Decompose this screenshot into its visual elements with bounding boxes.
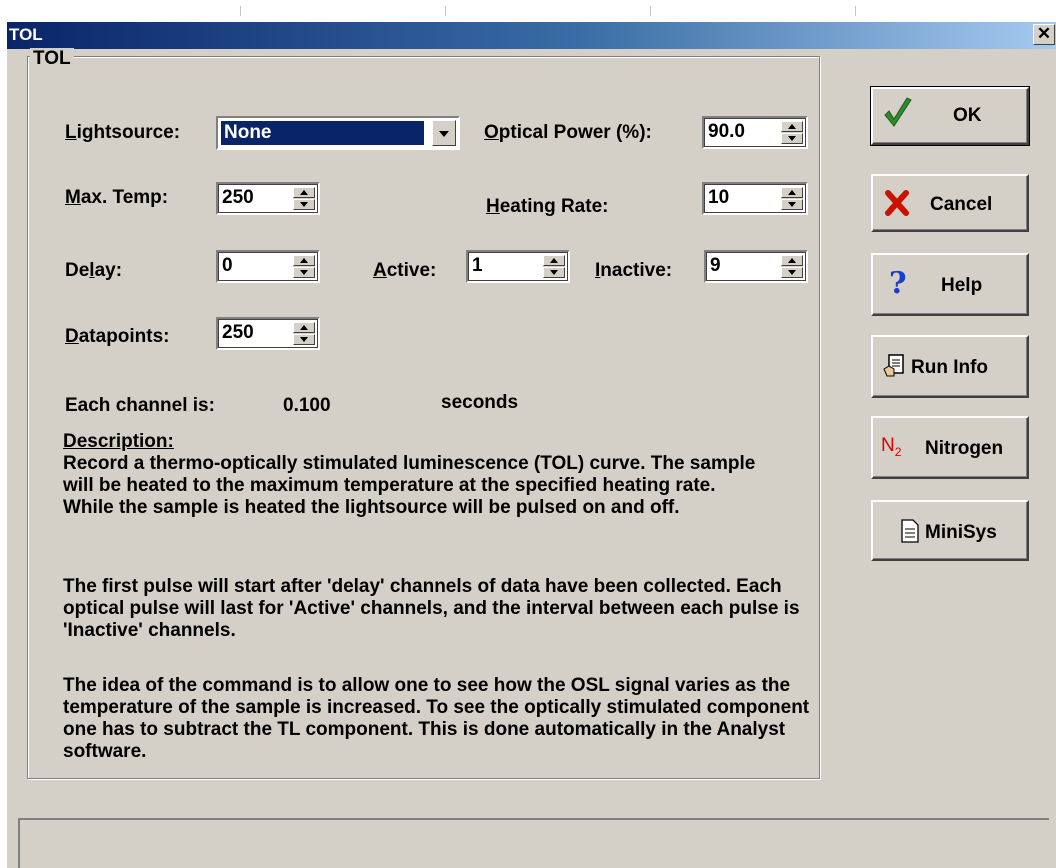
max-temp-spinner[interactable]: [293, 187, 315, 210]
max-temp-stepper[interactable]: 250: [216, 182, 320, 215]
active-label: Active:: [373, 260, 437, 281]
cancel-button-label: Cancel: [930, 194, 993, 215]
lightsource-dropdown[interactable]: None: [216, 116, 460, 150]
datapoints-spinner[interactable]: [293, 322, 315, 345]
description-block: Description: Record a thermo-optically s…: [63, 431, 823, 519]
run-info-button-label: Run Info: [911, 357, 989, 378]
page-icon: [901, 519, 919, 549]
channel-unit: seconds: [441, 392, 519, 413]
tol-groupbox: [27, 56, 820, 779]
active-value: 1: [472, 255, 483, 276]
close-button[interactable]: ✕: [1033, 24, 1055, 45]
channel-label: Each channel is:: [65, 395, 215, 416]
cancel-button[interactable]: Cancel: [871, 174, 1029, 232]
spin-down-icon[interactable]: [293, 267, 315, 278]
datapoints-label: Datapoints:: [65, 326, 170, 347]
inactive-stepper[interactable]: 9: [704, 250, 808, 283]
nitrogen-button[interactable]: N2 Nitrogen: [871, 416, 1029, 479]
channel-value: 0.100: [283, 395, 331, 416]
max-temp-value: 250: [222, 187, 254, 208]
spin-down-icon[interactable]: [293, 199, 315, 210]
delay-label: Delay:: [65, 260, 123, 281]
optical-power-label: Optical Power (%):: [484, 122, 652, 143]
status-bar: [18, 818, 1049, 868]
spin-up-icon[interactable]: [543, 255, 565, 266]
spin-down-icon[interactable]: [781, 133, 803, 144]
optical-power-spinner[interactable]: [781, 121, 803, 144]
heating-rate-spinner[interactable]: [781, 187, 803, 210]
document-hand-icon: [883, 354, 907, 384]
spin-down-icon[interactable]: [781, 267, 803, 278]
active-stepper[interactable]: 1: [466, 250, 570, 283]
nitrogen-button-label: Nitrogen: [925, 438, 1004, 459]
window-title: TOL: [9, 25, 43, 44]
n2-icon: N2: [881, 435, 902, 459]
active-spinner[interactable]: [543, 255, 565, 278]
heating-rate-stepper[interactable]: 10: [702, 182, 808, 215]
datapoints-stepper[interactable]: 250: [216, 317, 320, 350]
description-block-3: The idea of the command is to allow one …: [63, 675, 823, 763]
optical-power-value: 90.0: [708, 121, 745, 142]
description-block-2: The first pulse will start after 'delay'…: [63, 576, 823, 642]
run-info-button[interactable]: Run Info: [871, 335, 1029, 398]
group-label: TOL: [30, 48, 74, 70]
ok-button[interactable]: OK: [870, 86, 1030, 146]
checkmark-icon: [883, 97, 913, 137]
spin-down-icon[interactable]: [293, 334, 315, 345]
delay-stepper[interactable]: 0: [216, 250, 320, 283]
spin-up-icon[interactable]: [781, 187, 803, 198]
help-button[interactable]: ? Help: [871, 253, 1029, 316]
title-bar[interactable]: TOL ✕: [7, 22, 1056, 49]
ok-button-label: OK: [953, 105, 982, 126]
lightsource-label: Lightsource:: [65, 122, 181, 143]
description-paragraph-1: Record a thermo-optically stimulated lum…: [63, 453, 756, 518]
optical-power-stepper[interactable]: 90.0: [702, 116, 808, 149]
lightsource-selected-value: None: [221, 121, 424, 145]
spin-up-icon[interactable]: [293, 255, 315, 266]
inactive-label: Inactive:: [595, 260, 673, 281]
description-paragraph-2: The first pulse will start after 'delay'…: [63, 576, 800, 641]
x-icon: [885, 190, 909, 222]
heating-rate-value: 10: [708, 187, 730, 208]
chevron-down-icon[interactable]: [432, 120, 456, 146]
background-top-strip: [0, 0, 1056, 22]
datapoints-value: 250: [222, 322, 254, 343]
question-icon: ?: [889, 266, 907, 301]
inactive-value: 9: [710, 255, 721, 276]
inactive-spinner[interactable]: [781, 255, 803, 278]
delay-spinner[interactable]: [293, 255, 315, 278]
spin-down-icon[interactable]: [543, 267, 565, 278]
heating-rate-label: Heating Rate:: [486, 196, 609, 217]
delay-value: 0: [222, 255, 233, 276]
spin-up-icon[interactable]: [781, 121, 803, 132]
spin-up-icon[interactable]: [293, 322, 315, 333]
minisys-button-label: MiniSys: [925, 522, 997, 543]
spin-up-icon[interactable]: [293, 187, 315, 198]
spin-up-icon[interactable]: [781, 255, 803, 266]
help-button-label: Help: [941, 275, 983, 296]
description-heading: Description:: [63, 431, 174, 452]
description-paragraph-3: The idea of the command is to allow one …: [63, 675, 810, 762]
minisys-button[interactable]: MiniSys: [871, 500, 1029, 561]
spin-down-icon[interactable]: [781, 199, 803, 210]
max-temp-label: Max. Temp:: [65, 187, 169, 208]
